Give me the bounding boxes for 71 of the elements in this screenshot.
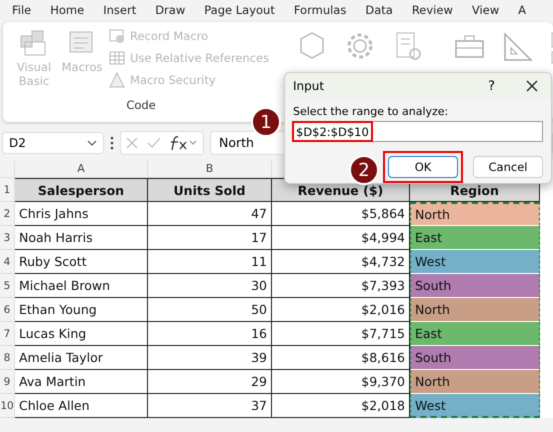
warning-icon (109, 72, 125, 88)
table-cell: 17 (148, 226, 272, 250)
table-cell: 11 (148, 250, 272, 274)
header-cell: Units Sold (148, 178, 272, 202)
cancel-icon[interactable] (125, 136, 139, 150)
help-button[interactable]: ? (488, 78, 495, 94)
chevron-down-icon (87, 140, 97, 146)
region-cell: East (410, 226, 540, 250)
menu-tab[interactable]: Formulas (294, 3, 346, 17)
more-icon[interactable] (110, 136, 114, 150)
menu-tab[interactable]: A (518, 3, 526, 17)
table-cell: Ava Martin (15, 370, 148, 394)
grid-icon (109, 50, 125, 66)
table-cell: Chris Jahns (15, 202, 148, 226)
table-cell: Ethan Young (15, 298, 148, 322)
table-cell: 30 (148, 274, 272, 298)
check-icon[interactable] (147, 136, 161, 150)
select-all-corner[interactable] (0, 160, 15, 178)
region-cell: North (410, 202, 540, 226)
table-cell: Ruby Scott (15, 250, 148, 274)
close-icon[interactable] (525, 79, 539, 93)
table-cell: 37 (148, 394, 272, 418)
menu-tab[interactable]: Draw (155, 3, 186, 17)
row-header[interactable]: 2 (0, 202, 15, 226)
header-cell: Salesperson (15, 178, 148, 202)
row-header[interactable]: 7 (0, 322, 15, 346)
menu-tab[interactable]: Data (365, 3, 393, 17)
table-cell: 50 (148, 298, 272, 322)
table-cell: Chloe Allen (15, 394, 148, 418)
range-input-field[interactable]: $D$2:$D$10 (293, 121, 543, 142)
dialog-title: Input (293, 79, 326, 93)
table-cell: 16 (148, 322, 272, 346)
table-cell: Noah Harris (15, 226, 148, 250)
cancel-button[interactable]: Cancel (473, 156, 543, 178)
menu-tab[interactable]: File (12, 3, 32, 17)
record-icon (109, 28, 125, 44)
prompt-label: Select the range to analyze: (293, 105, 450, 118)
menu-tab[interactable]: Home (50, 3, 84, 17)
menu-tab[interactable]: View (472, 3, 500, 17)
row-header[interactable]: 5 (0, 274, 15, 298)
row-header[interactable]: 3 (0, 226, 15, 250)
row-header[interactable]: 10 (0, 394, 15, 418)
column-header[interactable]: A (15, 160, 148, 178)
region-cell: North (410, 370, 540, 394)
table-cell: Amelia Taylor (15, 346, 148, 370)
region-cell: South (410, 274, 540, 298)
row-header[interactable]: 1 (0, 178, 15, 202)
table-cell: 39 (148, 346, 272, 370)
region-cell: West (410, 250, 540, 274)
region-cell: North (410, 298, 540, 322)
row-header[interactable]: 4 (0, 250, 15, 274)
ok-button[interactable]: OK (388, 156, 458, 178)
region-cell: East (410, 322, 540, 346)
step-badge: 2 (349, 155, 379, 185)
row-header[interactable]: 6 (0, 298, 15, 322)
table-cell: Lucas King (15, 322, 148, 346)
menu-tab[interactable]: Insert (103, 3, 136, 17)
menu-tab[interactable]: Review (412, 3, 453, 17)
table-cell: 47 (148, 202, 272, 226)
highlight-frame: $D$2:$D$10 (292, 121, 373, 142)
menu-tab[interactable]: Page Layout (204, 3, 275, 17)
row-header[interactable]: 9 (0, 370, 15, 394)
group-label: Code (125, 98, 157, 112)
region-cell: South (410, 346, 540, 370)
row-header[interactable]: 8 (0, 346, 15, 370)
function-icon[interactable] (169, 135, 199, 151)
column-header[interactable]: B (148, 160, 272, 178)
table-cell: 29 (148, 370, 272, 394)
table-cell: Michael Brown (15, 274, 148, 298)
name-box[interactable]: D2 (2, 132, 104, 154)
region-cell: West (410, 394, 540, 418)
